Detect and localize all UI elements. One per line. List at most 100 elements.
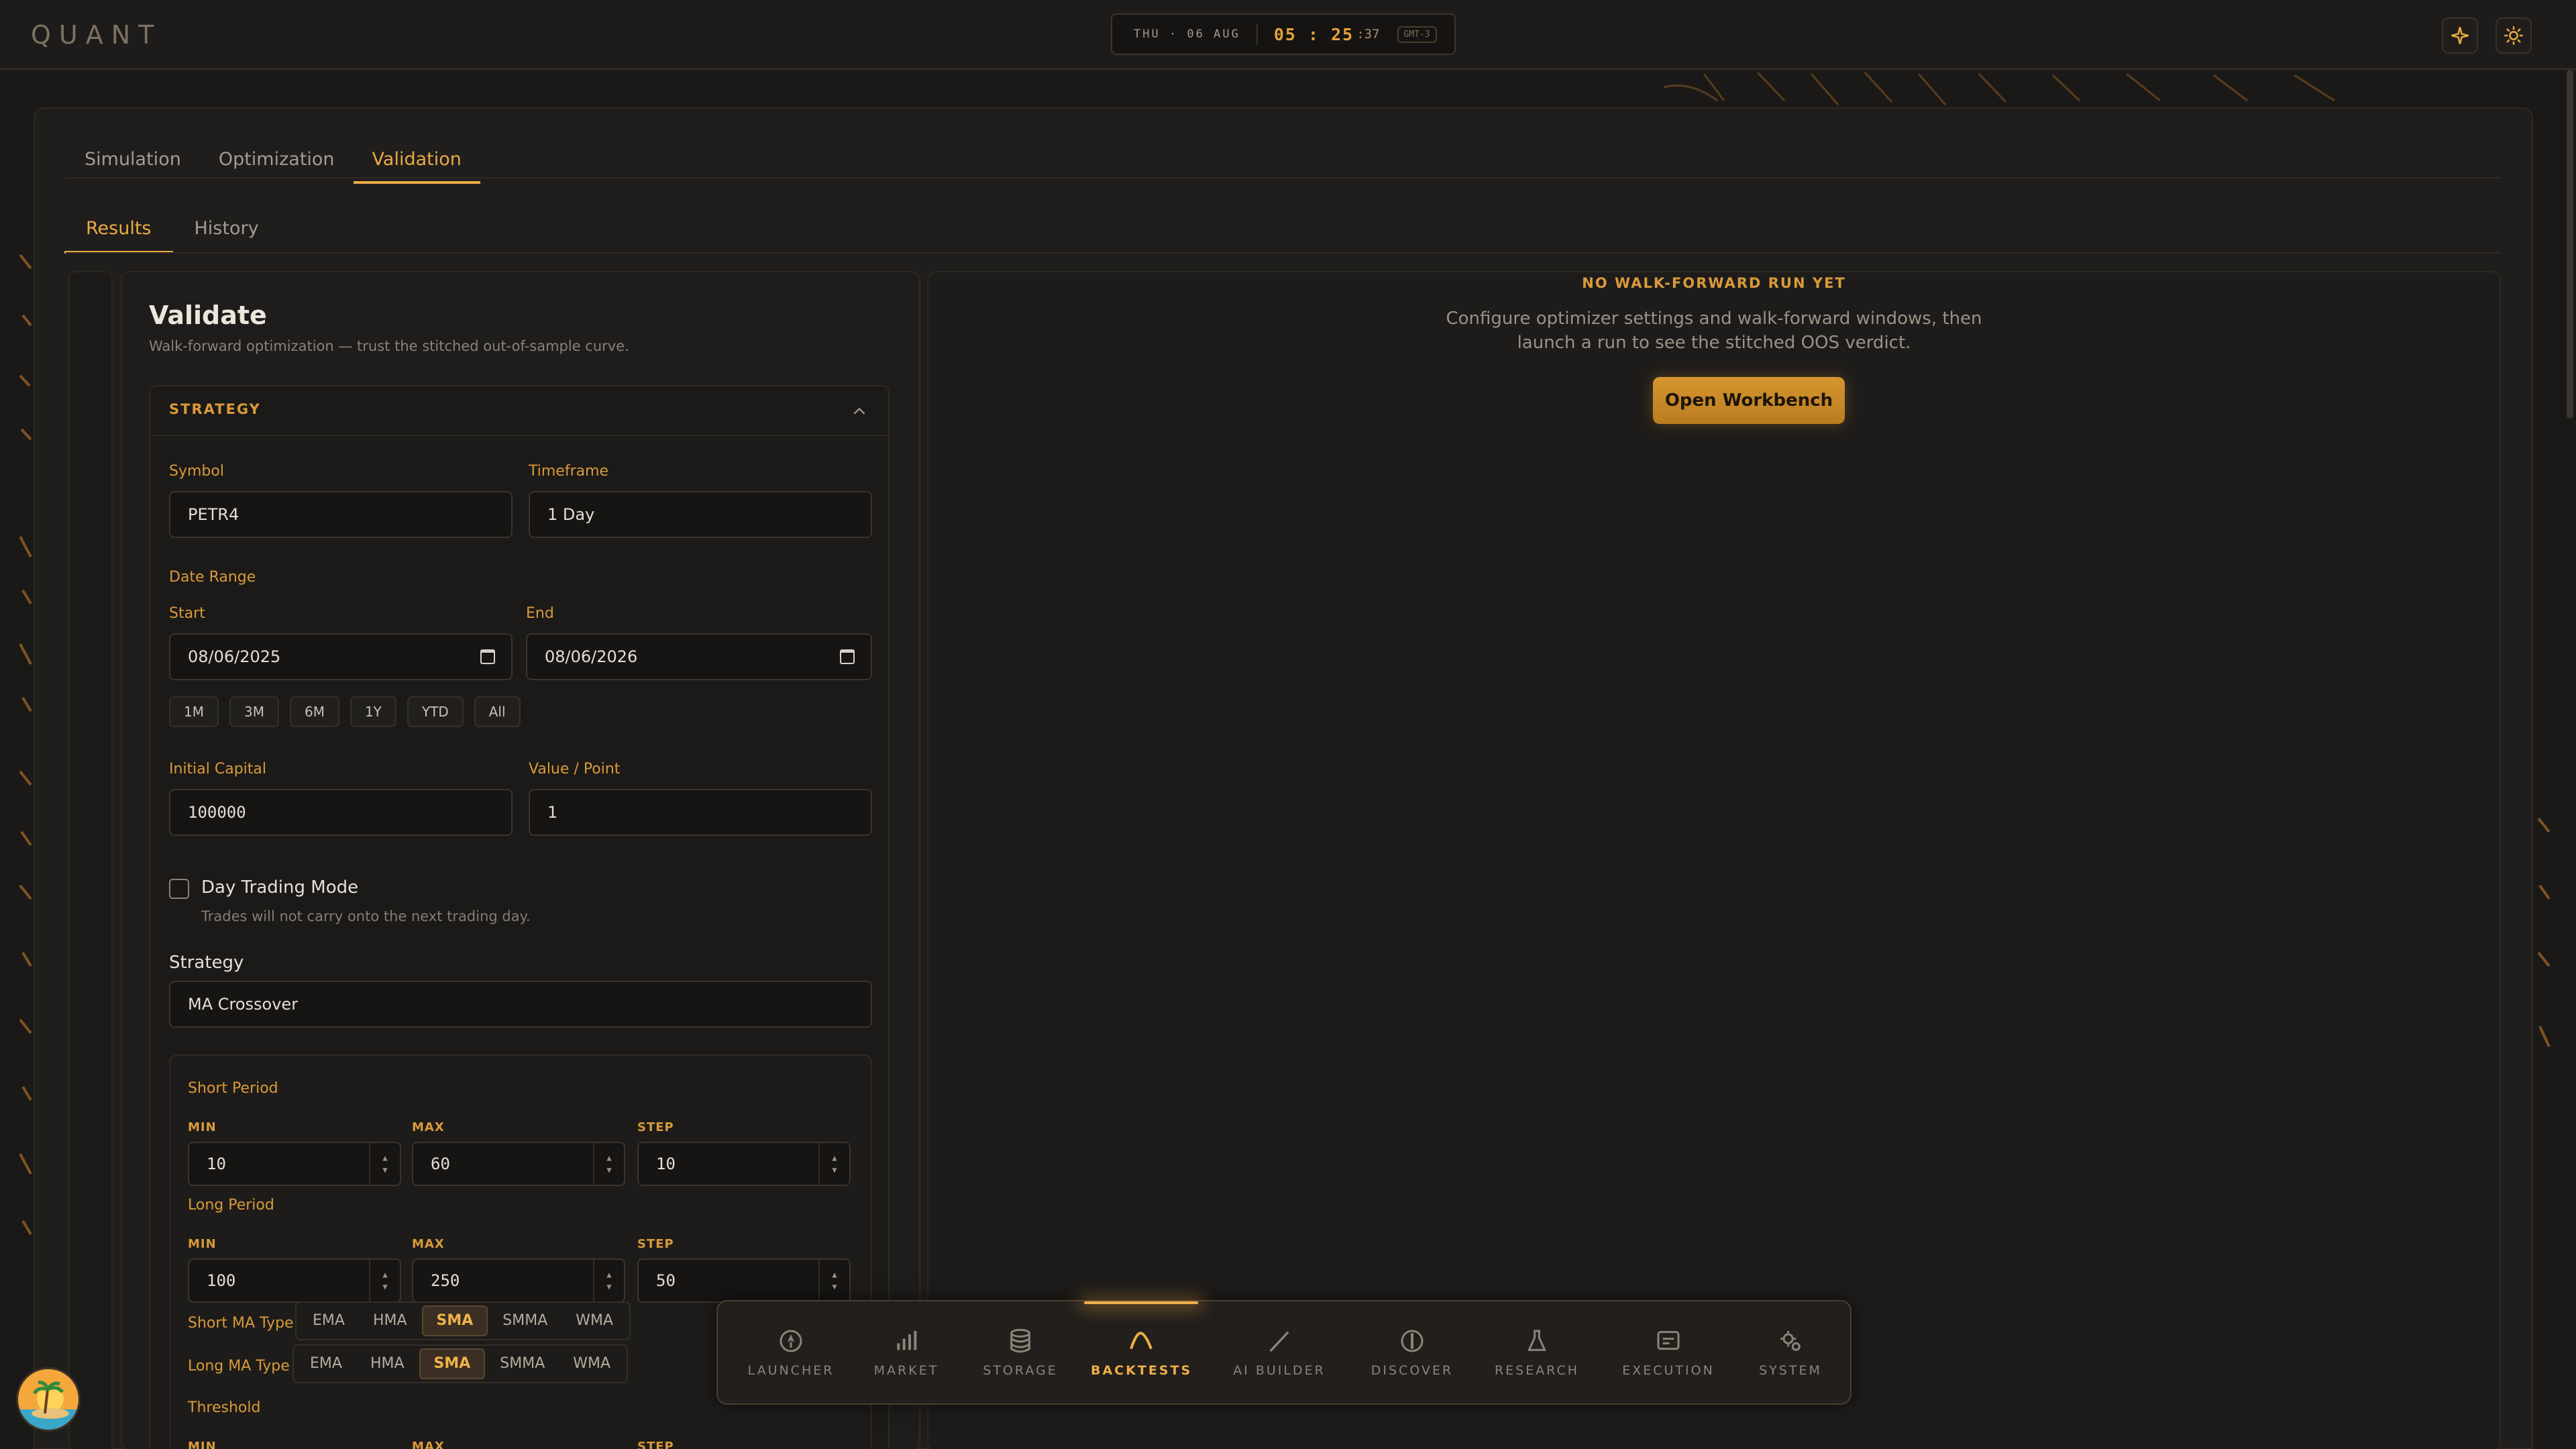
preset-ytd[interactable]: YTD bbox=[407, 696, 464, 727]
short-min-label: MIN bbox=[188, 1120, 217, 1134]
panel-subtitle: Walk-forward optimization — trust the st… bbox=[149, 338, 629, 354]
preset-1y[interactable]: 1Y bbox=[350, 696, 396, 727]
preset-6m[interactable]: 6M bbox=[289, 696, 339, 727]
preset-1m[interactable]: 1M bbox=[169, 696, 219, 727]
dock-item-backtests[interactable]: BACKTESTS bbox=[1091, 1326, 1191, 1378]
stepper-arrows[interactable]: ▲ ▼ bbox=[369, 1143, 400, 1185]
short-ma-ema[interactable]: EMA bbox=[299, 1305, 358, 1336]
panel-title: Validate bbox=[149, 301, 267, 330]
short-min-input[interactable]: 10 ▲ ▼ bbox=[188, 1142, 401, 1186]
user-avatar[interactable] bbox=[16, 1367, 80, 1432]
sparkle-button[interactable] bbox=[2442, 17, 2478, 54]
dock-item-research[interactable]: RESEARCH bbox=[1487, 1326, 1587, 1378]
short-step-label: STEP bbox=[637, 1120, 674, 1134]
long-max-input[interactable]: 250 ▲ ▼ bbox=[412, 1258, 625, 1303]
sparkle-icon bbox=[2451, 27, 2469, 44]
long-ma-type-label: Long MA Type bbox=[188, 1358, 290, 1375]
stepper-arrows[interactable]: ▲ ▼ bbox=[369, 1260, 400, 1301]
preset-all[interactable]: All bbox=[474, 696, 521, 727]
left-gutter bbox=[68, 271, 113, 1449]
symbol-label: Symbol bbox=[169, 463, 224, 480]
short-ma-hma[interactable]: HMA bbox=[360, 1305, 421, 1336]
long-step-value: 50 bbox=[656, 1271, 676, 1290]
tab-history[interactable]: History bbox=[173, 207, 280, 254]
long-ma-hma[interactable]: HMA bbox=[357, 1348, 418, 1379]
stepper-arrows[interactable]: ▲ ▼ bbox=[593, 1143, 624, 1185]
gears-icon bbox=[1780, 1331, 1801, 1351]
dock-item-system[interactable]: SYSTEM bbox=[1740, 1326, 1841, 1378]
strategy-label: Strategy bbox=[169, 953, 244, 973]
dock-item-execution[interactable]: EXECUTION bbox=[1618, 1326, 1719, 1378]
stepper-arrows[interactable]: ▲ ▼ bbox=[818, 1260, 849, 1301]
long-min-value: 100 bbox=[207, 1271, 236, 1290]
top-bar: QUANT THU · 06 AUG 05 : 25 :37 GMT-3 bbox=[0, 0, 2576, 70]
dock-item-market[interactable]: MARKET bbox=[856, 1326, 957, 1378]
compass-icon bbox=[1401, 1330, 1424, 1352]
dock-item-storage[interactable]: STORAGE bbox=[970, 1326, 1071, 1378]
end-label: End bbox=[526, 605, 554, 622]
dock-label: DISCOVER bbox=[1371, 1363, 1454, 1378]
long-ma-sma[interactable]: SMA bbox=[419, 1348, 486, 1379]
day-trading-checkbox[interactable] bbox=[169, 879, 189, 899]
main-panel: Simulation Optimization Validation Resul… bbox=[34, 107, 2533, 1449]
bottom-dock: LAUNCHER MARKET STORAGE BACKTESTS AI BUI… bbox=[716, 1300, 1851, 1405]
threshold-min-label: MIN bbox=[188, 1440, 217, 1449]
clock-divider bbox=[1256, 23, 1258, 45]
short-ma-sma[interactable]: SMA bbox=[421, 1305, 488, 1336]
short-step-input[interactable]: 10 ▲ ▼ bbox=[637, 1142, 851, 1186]
calendar-icon[interactable] bbox=[480, 649, 495, 664]
date-preset-chips: 1M 3M 6M 1Y YTD All bbox=[169, 696, 521, 727]
secondary-tabs: Results History bbox=[64, 207, 280, 254]
short-min-value: 10 bbox=[207, 1155, 226, 1173]
long-ma-smma[interactable]: SMMA bbox=[486, 1348, 558, 1379]
dock-item-launcher[interactable]: LAUNCHER bbox=[741, 1326, 841, 1378]
empty-state-line1: Configure optimizer settings and walk-fo… bbox=[1446, 309, 1982, 329]
dock-label: AI BUILDER bbox=[1233, 1363, 1326, 1378]
end-date-input[interactable]: 08/06/2026 bbox=[526, 633, 872, 680]
strategy-select[interactable]: MA Crossover bbox=[169, 981, 872, 1028]
tabs-divider bbox=[66, 177, 2501, 178]
initial-capital-input[interactable]: 100000 bbox=[169, 789, 513, 836]
threshold-max-label: MAX bbox=[412, 1440, 445, 1449]
validate-panel: Validate Walk-forward optimization — tru… bbox=[121, 271, 920, 1449]
page-scrollbar[interactable] bbox=[2567, 70, 2573, 419]
long-step-input[interactable]: 50 ▲ ▼ bbox=[637, 1258, 851, 1303]
active-indicator bbox=[1084, 1301, 1198, 1304]
short-max-value: 60 bbox=[431, 1155, 450, 1173]
day-trading-label: Day Trading Mode bbox=[201, 877, 359, 898]
dock-item-ai-builder[interactable]: AI BUILDER bbox=[1229, 1326, 1330, 1378]
flask-icon bbox=[1527, 1330, 1546, 1351]
value-point-input[interactable]: 1 bbox=[529, 789, 872, 836]
short-ma-wma[interactable]: WMA bbox=[562, 1305, 627, 1336]
stepper-arrows[interactable]: ▲ ▼ bbox=[593, 1260, 624, 1301]
short-period-label: Short Period bbox=[188, 1080, 278, 1097]
calendar-icon[interactable] bbox=[840, 649, 855, 664]
long-ma-wma[interactable]: WMA bbox=[559, 1348, 624, 1379]
long-min-input[interactable]: 100 ▲ ▼ bbox=[188, 1258, 401, 1303]
tab-results[interactable]: Results bbox=[64, 207, 173, 254]
short-max-input[interactable]: 60 ▲ ▼ bbox=[412, 1142, 625, 1186]
date-range-label: Date Range bbox=[169, 569, 256, 586]
strategy-section-header[interactable]: STRATEGY bbox=[150, 386, 888, 436]
preset-3m[interactable]: 3M bbox=[229, 696, 279, 727]
open-workbench-button[interactable]: Open Workbench bbox=[1653, 377, 1845, 424]
clock-widget: THU · 06 AUG 05 : 25 :37 GMT-3 bbox=[1111, 13, 1456, 55]
chevron-up-icon[interactable] bbox=[849, 401, 869, 421]
dock-label: BACKTESTS bbox=[1091, 1363, 1193, 1378]
wand-icon bbox=[1269, 1331, 1289, 1352]
short-ma-type-label: Short MA Type bbox=[188, 1315, 294, 1332]
bar-chart-icon bbox=[897, 1331, 917, 1350]
timeframe-select[interactable]: 1 Day bbox=[529, 491, 872, 538]
strategy-section-title: STRATEGY bbox=[169, 401, 261, 417]
short-ma-smma[interactable]: SMMA bbox=[489, 1305, 561, 1336]
empty-state-line2: launch a run to see the stitched OOS ver… bbox=[1517, 333, 1911, 353]
end-date-value: 08/06/2026 bbox=[545, 647, 638, 666]
results-panel: NO WALK-FORWARD RUN YET Configure optimi… bbox=[927, 271, 2501, 1449]
dock-label: LAUNCHER bbox=[747, 1363, 835, 1378]
start-date-input[interactable]: 08/06/2025 bbox=[169, 633, 513, 680]
dock-item-discover[interactable]: DISCOVER bbox=[1362, 1326, 1462, 1378]
theme-toggle-button[interactable] bbox=[2496, 17, 2532, 54]
symbol-input[interactable]: PETR4 bbox=[169, 491, 513, 538]
stepper-arrows[interactable]: ▲ ▼ bbox=[818, 1143, 849, 1185]
long-ma-ema[interactable]: EMA bbox=[297, 1348, 356, 1379]
